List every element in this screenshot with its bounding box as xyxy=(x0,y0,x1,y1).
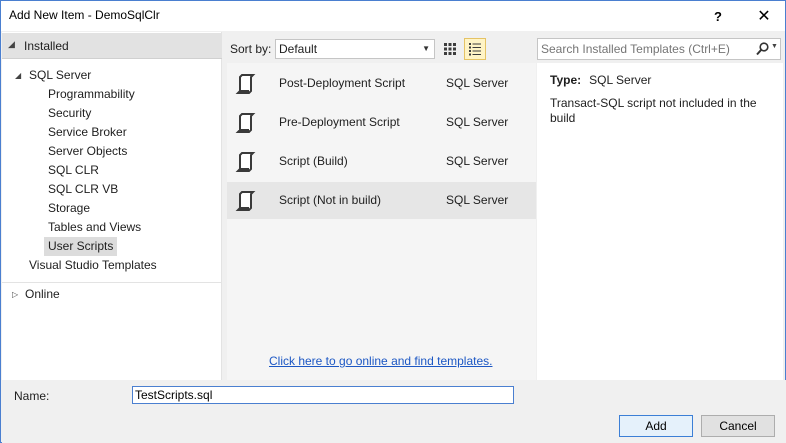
small-icons-view-button[interactable] xyxy=(439,38,461,60)
search-icon[interactable] xyxy=(756,42,769,56)
tree-item-label: SQL CLR VB xyxy=(48,182,119,196)
collapse-arrow-icon[interactable]: ◢ xyxy=(15,66,21,85)
expand-arrow-icon[interactable]: ▷ xyxy=(12,285,18,304)
title-bar: Add New Item - DemoSqlClr ? ✕ xyxy=(1,1,785,31)
add-button[interactable]: Add xyxy=(619,415,693,437)
template-category: SQL Server xyxy=(446,193,509,207)
tree-item-programmability[interactable]: Programmability xyxy=(48,85,135,104)
bottom-bar: Name: Add Cancel xyxy=(2,380,786,443)
sql-script-icon xyxy=(235,191,256,211)
template-description: Transact-SQL script not included in the … xyxy=(550,96,757,125)
sql-script-icon xyxy=(235,152,256,172)
tree-item-label: Security xyxy=(48,106,92,120)
tree-item-label: Service Broker xyxy=(48,125,127,139)
tree-item-sql-server[interactable]: ◢ SQL Server xyxy=(15,66,92,85)
type-label: Type: xyxy=(550,73,582,87)
tree-item-service-broker[interactable]: Service Broker xyxy=(48,123,127,142)
tree-item-server-objects[interactable]: Server Objects xyxy=(48,142,127,161)
help-button[interactable]: ? xyxy=(695,1,741,31)
template-item-post-deployment-script[interactable]: Post-Deployment Script SQL Server xyxy=(227,65,536,102)
tree-item-online[interactable]: ▷ Online xyxy=(12,285,60,304)
list-view-button[interactable] xyxy=(464,38,486,60)
type-row: Type: SQL Server xyxy=(550,73,651,87)
chevron-down-icon: ▼ xyxy=(422,44,430,53)
template-name: Post-Deployment Script xyxy=(279,76,406,90)
search-input[interactable] xyxy=(541,41,751,57)
help-icon: ? xyxy=(714,8,722,24)
template-category: SQL Server xyxy=(446,115,509,129)
sort-label: Sort by: xyxy=(230,42,272,56)
cancel-button[interactable]: Cancel xyxy=(701,415,775,437)
category-tree: ◢ Installed ◢ SQL Server Programmability… xyxy=(2,32,222,380)
template-item-pre-deployment-script[interactable]: Pre-Deployment Script SQL Server xyxy=(227,104,536,141)
name-label: Name: xyxy=(14,389,50,403)
window-title: Add New Item - DemoSqlClr xyxy=(9,8,160,22)
tree-item-security[interactable]: Security xyxy=(48,104,91,123)
sort-dropdown[interactable]: Default ▼ xyxy=(275,39,435,59)
tree-item-label: Programmability xyxy=(48,87,135,101)
tree-item-label: Storage xyxy=(48,201,91,215)
installed-label: Installed xyxy=(24,39,69,53)
find-templates-online-link[interactable]: Click here to go online and find templat… xyxy=(269,354,492,368)
template-name: Pre-Deployment Script xyxy=(279,115,400,129)
tree-item-label: User Scripts xyxy=(48,239,114,253)
close-button[interactable]: ✕ xyxy=(741,1,786,31)
sort-value: Default xyxy=(279,42,318,56)
tree-item-visual-studio-templates[interactable]: Visual Studio Templates xyxy=(29,256,157,275)
tree-item-label: Online xyxy=(25,287,60,301)
close-icon: ✕ xyxy=(757,8,771,25)
name-field[interactable] xyxy=(132,386,514,404)
tree-item-sql-clr-vb[interactable]: SQL CLR VB xyxy=(48,180,118,199)
template-category: SQL Server xyxy=(446,76,509,90)
tree-item-label: Visual Studio Templates xyxy=(29,258,157,272)
template-details-panel: Type: SQL Server Transact-SQL script not … xyxy=(537,63,783,380)
divider xyxy=(2,282,222,283)
type-value: SQL Server xyxy=(589,73,652,87)
sql-script-icon xyxy=(235,113,256,133)
template-item-script-not-in-build[interactable]: Script (Not in build) SQL Server xyxy=(227,182,536,219)
add-new-item-dialog: Add New Item - DemoSqlClr ? ✕ ◢ Installe… xyxy=(0,0,786,443)
search-box[interactable]: ▼ xyxy=(537,38,781,60)
template-item-script-build[interactable]: Script (Build) SQL Server xyxy=(227,143,536,180)
sql-script-icon xyxy=(235,74,256,94)
tree-item-user-scripts[interactable]: User Scripts xyxy=(44,237,118,256)
grid-view-icon xyxy=(444,43,456,55)
sort-bar: Sort by: Default ▼ xyxy=(223,37,533,60)
tree-item-label: SQL CLR xyxy=(48,163,99,177)
tree-item-tables-and-views[interactable]: Tables and Views xyxy=(48,218,141,237)
template-category: SQL Server xyxy=(446,154,509,168)
template-name: Script (Not in build) xyxy=(279,193,382,207)
tree-item-storage[interactable]: Storage xyxy=(48,199,90,218)
chevron-down-icon[interactable]: ▼ xyxy=(771,43,778,50)
tree-item-label: SQL Server xyxy=(29,68,92,82)
template-name: Script (Build) xyxy=(279,154,348,168)
tree-item-label: Tables and Views xyxy=(48,220,142,234)
tree-item-sql-clr[interactable]: SQL CLR xyxy=(48,161,99,180)
template-list: Post-Deployment Script SQL Server Pre-De… xyxy=(227,63,536,380)
tree-item-label: Server Objects xyxy=(48,144,128,158)
tree-installed-header[interactable]: ◢ Installed xyxy=(2,33,222,59)
list-view-icon xyxy=(469,43,481,56)
collapse-arrow-icon[interactable]: ◢ xyxy=(8,39,15,50)
